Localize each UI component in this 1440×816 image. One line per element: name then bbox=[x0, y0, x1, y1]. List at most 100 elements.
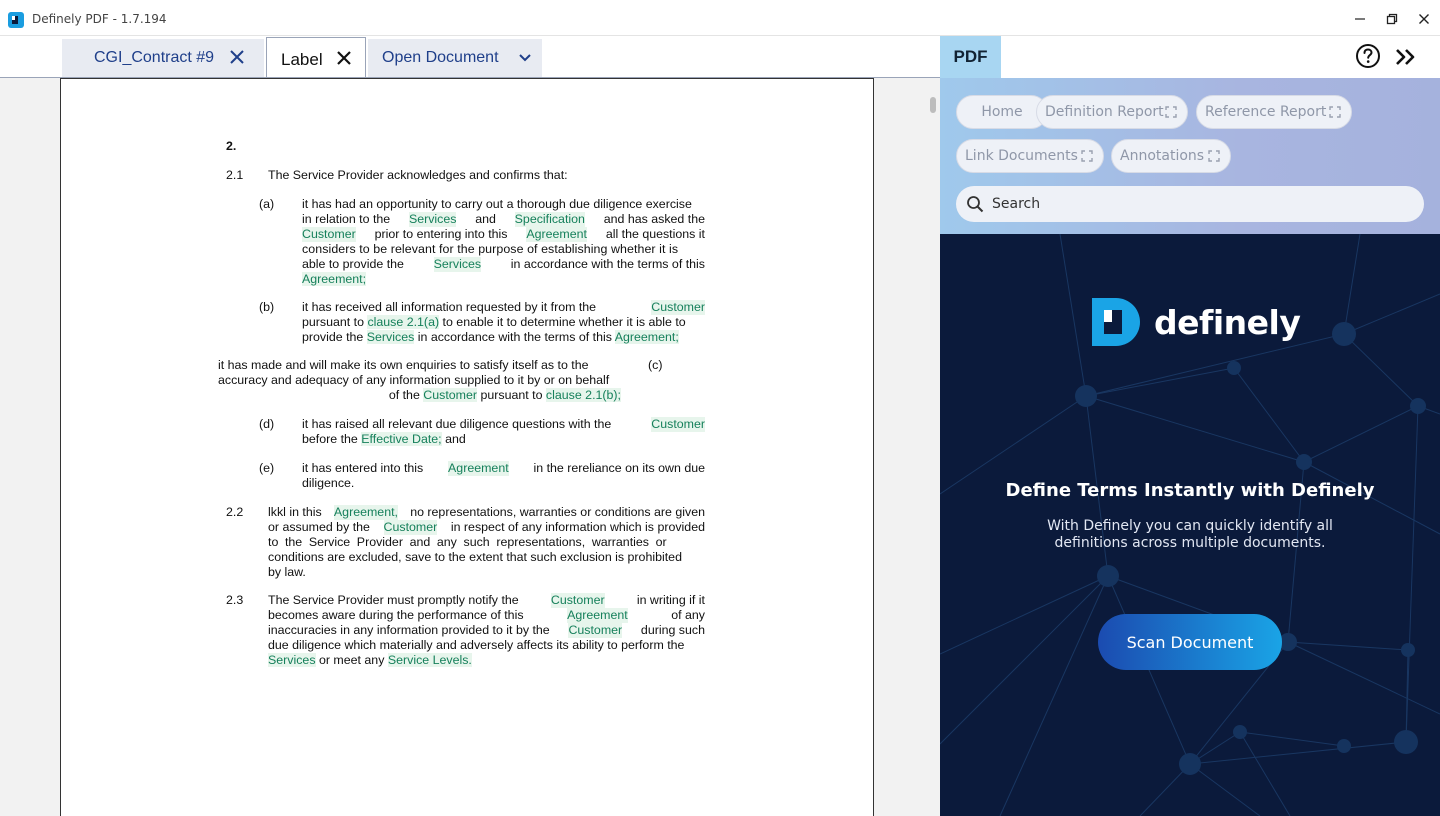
search-box[interactable] bbox=[956, 186, 1424, 222]
text: to enable it to determine whether it is … bbox=[439, 315, 686, 329]
tab-label: Open Document bbox=[382, 49, 499, 66]
item-label: (e) bbox=[259, 461, 275, 475]
brand-lockup: definely bbox=[1092, 298, 1301, 346]
text-line: due diligence which materially and adver… bbox=[268, 638, 705, 653]
text-line: Services or meet any Service Levels. bbox=[268, 653, 705, 668]
minimize-button[interactable] bbox=[1348, 8, 1372, 30]
tab-label: PDF bbox=[953, 47, 988, 66]
text: it has had an opportunity to carry out a… bbox=[302, 197, 692, 211]
definely-logo-icon bbox=[1092, 298, 1140, 346]
button-label: Reference Report bbox=[1205, 104, 1327, 120]
text: no representations, warranties or condit… bbox=[410, 505, 705, 519]
text-line: Agreement; bbox=[302, 272, 705, 287]
defined-term[interactable]: Customer bbox=[651, 417, 705, 432]
definely-panel: PDF Home Definition Report Reference Rep… bbox=[940, 36, 1440, 816]
close-icon[interactable] bbox=[335, 49, 353, 67]
chevron-down-icon bbox=[519, 54, 531, 62]
close-icon[interactable] bbox=[228, 48, 246, 66]
help-button[interactable] bbox=[1354, 42, 1382, 70]
defined-term[interactable]: Customer bbox=[302, 227, 356, 242]
text: pursuant to bbox=[302, 315, 364, 329]
item-label: (d) bbox=[259, 417, 275, 431]
text-line: it has received all information requeste… bbox=[302, 300, 705, 315]
scrollbar-thumb[interactable] bbox=[930, 97, 936, 113]
link-documents-button[interactable]: Link Documents bbox=[956, 139, 1104, 173]
clause-text: The Service Provider acknowledges and co… bbox=[268, 168, 568, 182]
button-label: Definition Report bbox=[1045, 104, 1164, 120]
defined-term[interactable]: Customer bbox=[550, 593, 605, 608]
text-line: in relation to the Services and Specific… bbox=[302, 212, 705, 227]
text: all the questions it bbox=[605, 227, 705, 241]
text: before the bbox=[302, 432, 358, 446]
text-line: or assumed by the Customer in respect of… bbox=[268, 520, 705, 535]
tab-label-active[interactable]: Label bbox=[266, 37, 366, 78]
close-window-button[interactable] bbox=[1412, 8, 1436, 30]
text-line: provide the Services in accordance with … bbox=[302, 330, 705, 345]
defined-term[interactable]: Agreement bbox=[448, 461, 509, 476]
defined-term[interactable]: Services bbox=[268, 653, 316, 667]
defined-term[interactable]: Customer bbox=[383, 520, 438, 535]
text: it has made and will make its own enquir… bbox=[218, 358, 589, 372]
defined-term[interactable]: Services bbox=[433, 257, 482, 272]
text: in respect of any information which is p… bbox=[450, 520, 705, 534]
definition-report-button[interactable]: Definition Report bbox=[1036, 95, 1188, 129]
cross-reference[interactable]: clause 2.1(a) bbox=[367, 315, 440, 329]
item-c-text: it has made and will make its own enquir… bbox=[218, 358, 621, 403]
text: it has received all information requeste… bbox=[302, 300, 597, 314]
button-label: Link Documents bbox=[965, 148, 1078, 164]
text: in accordance with the terms of this bbox=[417, 330, 612, 344]
defined-term[interactable]: Effective Date; bbox=[361, 432, 442, 446]
defined-term[interactable]: Customer bbox=[568, 623, 623, 638]
text-line: to the Service Provider and any such rep… bbox=[268, 535, 705, 550]
defined-term[interactable]: Agreement, bbox=[333, 505, 398, 520]
reference-report-button[interactable]: Reference Report bbox=[1196, 95, 1352, 129]
home-button[interactable]: Home bbox=[956, 95, 1048, 129]
text-line: inaccuracies in any information provided… bbox=[268, 623, 705, 638]
scan-document-button[interactable]: Scan Document bbox=[1098, 614, 1282, 670]
text: in the rereliance on its own due bbox=[533, 461, 705, 475]
text: pursuant to bbox=[480, 388, 543, 402]
text-line: it has had an opportunity to carry out a… bbox=[302, 197, 705, 212]
defined-term[interactable]: Agreement; bbox=[614, 330, 679, 344]
text-line: it has made and will make its own enquir… bbox=[218, 358, 621, 373]
tab-open-document[interactable]: Open Document bbox=[368, 39, 542, 77]
item-a-text: it has had an opportunity to carry out a… bbox=[302, 197, 705, 287]
collapse-panel-button[interactable] bbox=[1392, 44, 1420, 70]
defined-term[interactable]: Service Levels. bbox=[387, 653, 472, 667]
defined-term[interactable]: Agreement; bbox=[302, 272, 367, 286]
text: and has asked the bbox=[603, 212, 705, 226]
text-line: diligence. bbox=[302, 476, 705, 491]
text-line: before the Effective Date; and bbox=[302, 432, 705, 447]
restore-button[interactable] bbox=[1380, 8, 1404, 30]
defined-term[interactable]: Specification bbox=[514, 212, 585, 227]
text-line: becomes aware during the performance of … bbox=[268, 608, 705, 623]
text: or assumed by the bbox=[268, 520, 370, 534]
document-pane: CGI_Contract #9 Label Open Document 2. 2… bbox=[0, 36, 940, 816]
expand-icon bbox=[1329, 106, 1341, 118]
defined-term[interactable]: Services bbox=[366, 330, 415, 344]
text: accuracy and adequacy of any information… bbox=[218, 373, 610, 387]
cross-reference[interactable]: clause 2.1(b); bbox=[545, 388, 621, 402]
tab-cgi-contract[interactable]: CGI_Contract #9 bbox=[62, 39, 264, 77]
defined-term[interactable]: Customer bbox=[651, 300, 705, 315]
defined-term[interactable]: Customer bbox=[423, 388, 478, 402]
defined-term[interactable]: Agreement bbox=[567, 608, 628, 623]
text-line: accuracy and adequacy of any information… bbox=[218, 373, 621, 388]
text: able to provide the bbox=[302, 257, 404, 271]
clause-2-2-text: lkkl in this Agreement, no representatio… bbox=[268, 505, 705, 580]
text: inaccuracies in any information provided… bbox=[268, 623, 550, 637]
tab-pdf[interactable]: PDF bbox=[940, 36, 1001, 78]
scrollbar[interactable] bbox=[926, 94, 936, 816]
clause-number: 2.1 bbox=[226, 168, 244, 182]
text: in writing if it bbox=[636, 593, 705, 607]
defined-term[interactable]: Agreement bbox=[526, 227, 587, 242]
item-label: (a) bbox=[259, 197, 275, 211]
text: becomes aware during the performance of … bbox=[268, 608, 524, 622]
text-line: The Service Provider must promptly notif… bbox=[268, 593, 705, 608]
text: it has entered into this bbox=[302, 461, 424, 475]
annotations-button[interactable]: Annotations bbox=[1111, 139, 1231, 173]
defined-term[interactable]: Services bbox=[408, 212, 457, 227]
text: of the bbox=[388, 388, 420, 402]
item-b-text: it has received all information requeste… bbox=[302, 300, 705, 345]
search-input[interactable] bbox=[992, 194, 1412, 214]
